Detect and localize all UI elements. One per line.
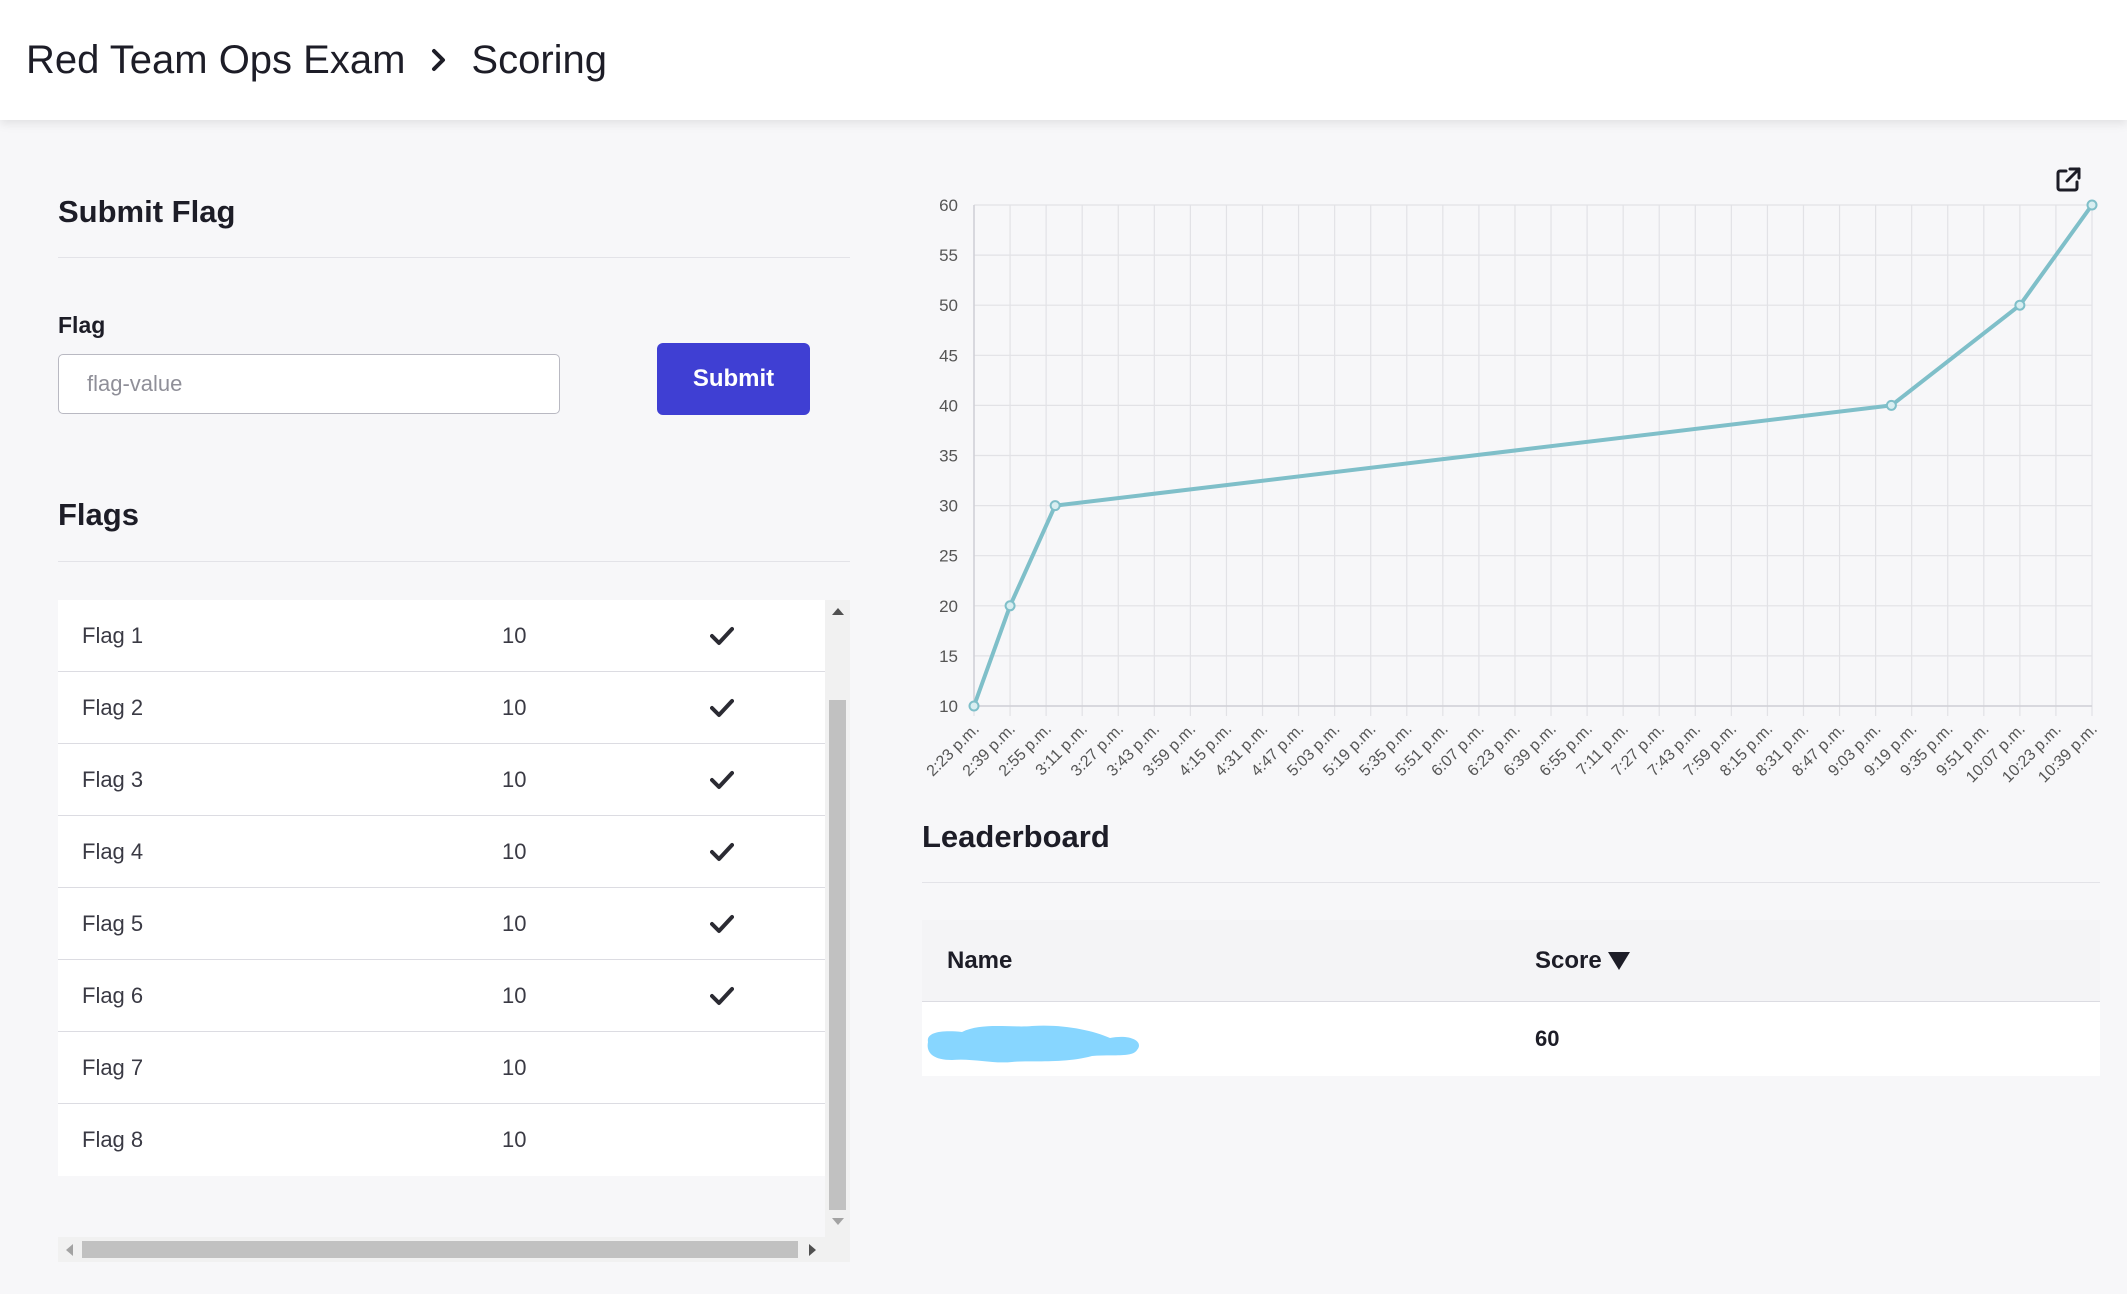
- flag-name: Flag 6: [82, 983, 144, 1008]
- checkmark-icon: [710, 915, 734, 933]
- y-tick-label: 40: [939, 396, 958, 415]
- top-bar: Red Team Ops Exam Scoring: [0, 0, 2127, 120]
- leaderboard-title: Leaderboard: [922, 819, 1110, 854]
- leaderboard-header: Name Score: [922, 920, 2100, 1002]
- player-score: 60: [1535, 1026, 1560, 1051]
- checkmark-icon: [710, 699, 734, 717]
- flag-name: Flag 4: [82, 839, 144, 864]
- flag-row: Flag 8 10: [58, 1104, 825, 1176]
- flag-name: Flag 7: [82, 1055, 144, 1080]
- y-tick-label: 25: [939, 547, 958, 566]
- flags-table: Flag 1 10 Flag 2 10 Flag 3 10 Flag 4 10 …: [58, 600, 850, 1262]
- breadcrumb-parent[interactable]: Red Team Ops Exam: [26, 38, 405, 83]
- data-point: [1885, 399, 1897, 411]
- horizontal-scroll-thumb[interactable]: [82, 1241, 798, 1258]
- flag-input[interactable]: [58, 354, 560, 414]
- flag-points: 10: [502, 695, 527, 720]
- data-point: [2014, 299, 2026, 311]
- flag-row: Flag 3 10: [58, 744, 825, 816]
- flag-points: 10: [502, 767, 527, 792]
- y-tick-label: 60: [939, 196, 958, 215]
- y-tick-label: 15: [939, 647, 958, 666]
- leaderboard-divider: [922, 882, 2100, 883]
- y-tick-label: 20: [939, 597, 958, 616]
- flag-row: Flag 7 10: [58, 1032, 825, 1104]
- chevron-right-icon: [431, 48, 447, 72]
- flag-points: 10: [502, 839, 527, 864]
- flag-name: Flag 3: [82, 767, 144, 792]
- flag-points: 10: [502, 1055, 527, 1080]
- vertical-scroll-thumb[interactable]: [829, 700, 846, 1210]
- y-tick-label: 30: [939, 497, 958, 516]
- checkmark-icon: [710, 987, 734, 1005]
- flags-list: Flag 1 10 Flag 2 10 Flag 3 10 Flag 4 10 …: [58, 600, 825, 1176]
- submit-divider: [58, 257, 850, 258]
- submit-flag-title: Submit Flag: [58, 194, 236, 229]
- flag-row: Flag 4 10: [58, 816, 825, 888]
- scroll-right-arrow-icon[interactable]: [809, 1244, 816, 1256]
- leaderboard-row: 60: [922, 1002, 2100, 1076]
- checkmark-icon: [710, 771, 734, 789]
- scroll-up-arrow-icon[interactable]: [832, 608, 844, 615]
- score-line-chart: 10152025303540455055602:23 p.m.2:39 p.m.…: [924, 196, 2100, 786]
- external-link-icon[interactable]: [2054, 166, 2082, 194]
- flag-field-label: Flag: [58, 312, 106, 338]
- flag-row: Flag 1 10: [58, 600, 825, 672]
- flag-points: 10: [502, 1127, 527, 1152]
- sort-desc-icon[interactable]: [1607, 952, 1630, 970]
- flag-points: 10: [502, 623, 527, 648]
- breadcrumb-current: Scoring: [471, 37, 608, 82]
- flag-name: Flag 5: [82, 911, 144, 936]
- score-header-label: Score: [1535, 947, 1602, 974]
- y-tick-label: 55: [939, 246, 958, 265]
- y-tick-label: 45: [939, 346, 958, 365]
- checkmark-icon: [710, 843, 734, 861]
- vertical-scrollbar[interactable]: [825, 600, 850, 1238]
- name-column-header[interactable]: Name: [947, 920, 1012, 1002]
- submit-button[interactable]: Submit: [657, 343, 810, 415]
- y-tick-label: 50: [939, 296, 958, 315]
- flag-row: Flag 5 10: [58, 888, 825, 960]
- flag-points: 10: [502, 983, 527, 1008]
- flag-row: Flag 6 10: [58, 960, 825, 1032]
- flag-name: Flag 8: [82, 1127, 144, 1152]
- flag-name: Flag 2: [82, 695, 144, 720]
- scroll-left-arrow-icon[interactable]: [66, 1244, 73, 1256]
- data-point: [2086, 199, 2098, 211]
- score-column-header[interactable]: Score: [1535, 920, 1630, 1002]
- y-tick-label: 35: [939, 447, 958, 466]
- horizontal-scrollbar[interactable]: [58, 1237, 850, 1262]
- data-point: [1004, 600, 1016, 612]
- flags-title: Flags: [58, 497, 139, 532]
- flag-points: 10: [502, 911, 527, 936]
- data-point: [968, 700, 980, 712]
- flags-divider: [58, 561, 850, 562]
- flag-name: Flag 1: [82, 623, 144, 648]
- data-point: [1049, 500, 1061, 512]
- redacted-name: [927, 1025, 1139, 1063]
- leaderboard-table: Name Score 60: [922, 920, 2100, 1076]
- scroll-down-arrow-icon[interactable]: [832, 1218, 844, 1225]
- checkmark-icon: [710, 627, 734, 645]
- flag-row: Flag 2 10: [58, 672, 825, 744]
- y-tick-label: 10: [939, 697, 958, 716]
